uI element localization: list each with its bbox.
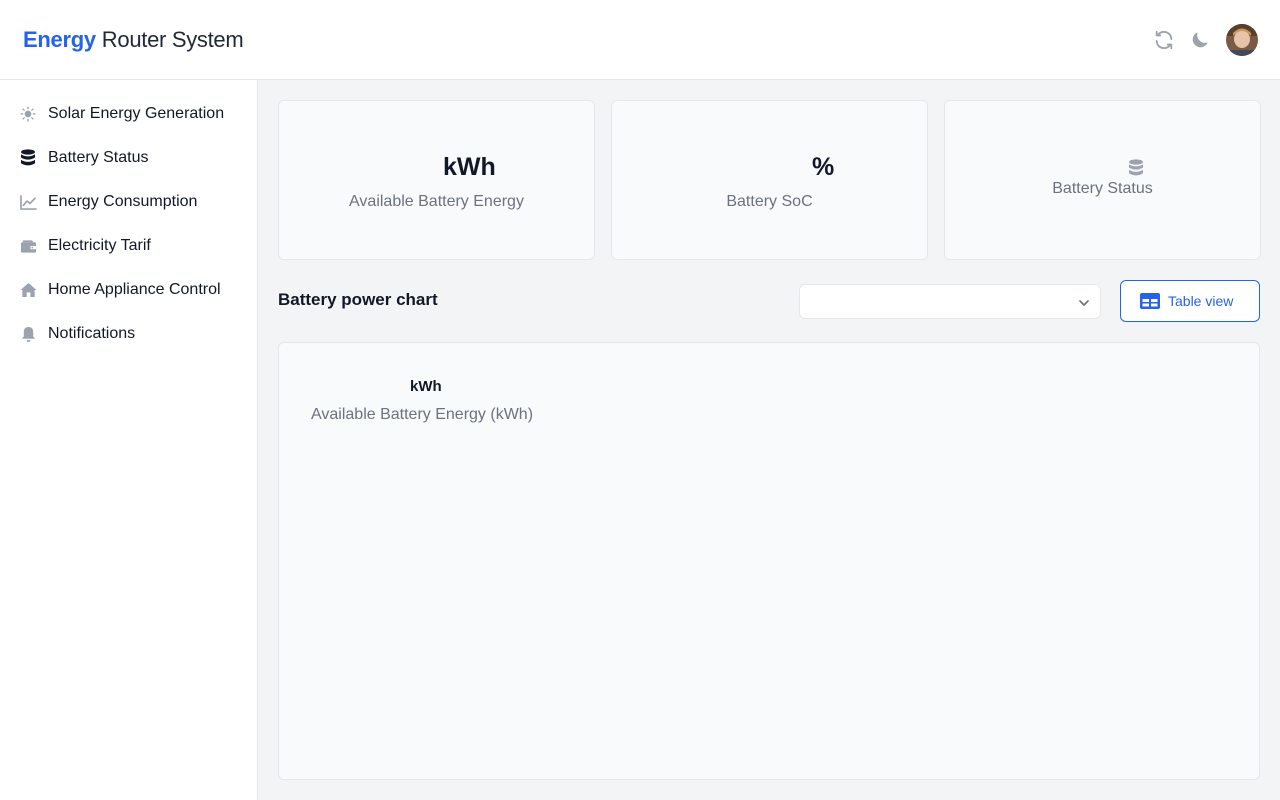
sidebar: Solar Energy Generation Battery Status E… [0,80,258,800]
sidebar-item-label: Electricity Tarif [48,237,151,254]
top-bar: Energy Router System [0,0,1280,80]
avatar[interactable] [1226,23,1258,56]
battery-soc-label: Battery SoC [726,193,813,210]
sidebar-item-label: Solar Energy Generation [48,105,225,122]
chevron-down-icon [1078,296,1090,308]
database-icon [1128,159,1144,177]
sidebar-item-energy-consumption[interactable]: Energy Consumption [0,180,257,224]
sidebar-item-home-appliance-control[interactable]: Home Appliance Control [0,268,257,312]
table-view-label: Table view [1168,293,1234,309]
moon-icon[interactable] [1187,27,1213,53]
battery-status-label: Battery Status [1052,180,1153,197]
chart-value-label: Available Battery Energy (kWh) [311,406,534,423]
battery-status-card: Battery Status [944,100,1261,260]
line-chart-icon [19,193,37,211]
chart-value-unit: kWh [410,378,442,395]
sun-icon [19,105,37,123]
available-energy-value: kWh [443,153,496,181]
available-energy-label: Available Battery Energy [349,193,524,210]
refresh-icon[interactable] [1151,27,1177,53]
main-content: kWh Available Battery Energy % Battery S… [258,80,1280,800]
battery-soc-card: % Battery SoC [611,100,928,260]
sidebar-item-label: Notifications [48,325,136,342]
sidebar-item-solar-energy-generation[interactable]: Solar Energy Generation [0,92,257,136]
database-icon [19,149,37,167]
table-view-icon [1140,293,1160,309]
app-title-rest: Router System [101,26,244,52]
bell-icon [19,325,37,343]
sidebar-item-electricity-tarif[interactable]: Electricity Tarif [0,224,257,268]
top-actions [1151,23,1258,56]
chart-title: Battery power chart [278,290,438,309]
wallet-icon [19,237,37,255]
app-title-accent: Energy [23,26,96,52]
table-view-button[interactable]: Table view [1120,280,1260,322]
period-select[interactable] [799,284,1101,319]
battery-chart-panel: kWh Available Battery Energy (kWh) [278,342,1260,780]
sidebar-item-notifications[interactable]: Notifications [0,312,257,356]
battery-soc-value: % [812,153,835,181]
app-title: Energy Router System [23,26,244,53]
available-energy-card: kWh Available Battery Energy [278,100,595,260]
sidebar-item-battery-status[interactable]: Battery Status [0,136,257,180]
sidebar-item-label: Energy Consumption [48,193,198,210]
sidebar-item-label: Battery Status [48,149,149,166]
sidebar-item-label: Home Appliance Control [48,281,221,298]
home-icon [19,281,37,299]
